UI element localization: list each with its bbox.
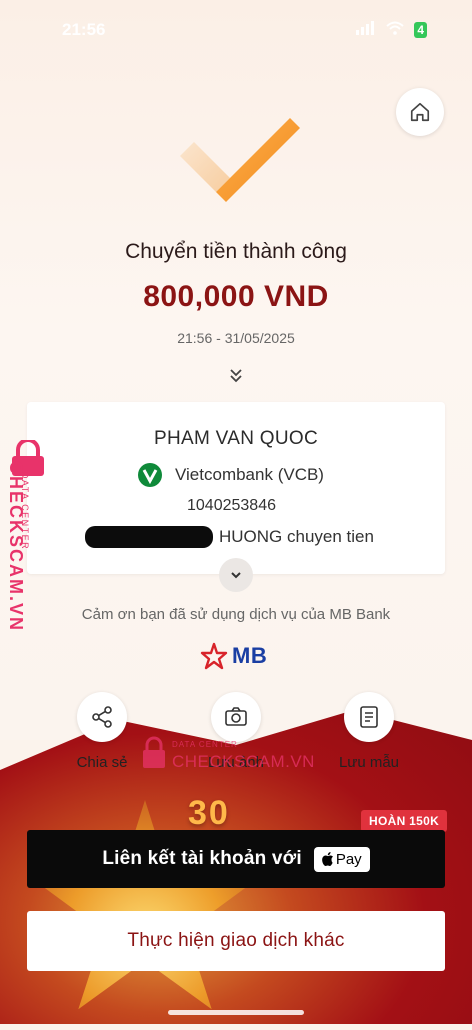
watermark-tag-text: DATA CENTER [20,471,31,551]
home-icon [410,102,430,122]
apple-pay-text: Pay [335,850,362,868]
status-time: 21:56 [62,20,106,39]
share-action[interactable]: Chia sẻ [52,692,152,771]
chevron-down-icon [231,572,241,579]
link-account-label: Liên kết tài khoản với [102,848,302,869]
transfer-status-title: Chuyển tiền thành công [125,240,347,263]
share-label: Chia sẻ [76,754,128,771]
status-bar: 21:56 4 [0,20,472,44]
home-button[interactable] [396,88,444,136]
template-icon [360,706,378,728]
success-check-icon [180,118,300,202]
watermark-mid-tag: DATA CENTER [172,740,238,749]
lock-icon [143,736,165,768]
recipient-account: 1040253846 [187,497,276,514]
battery-icon: 4 [414,22,427,38]
other-transaction-button[interactable]: Thực hiện giao dịch khác [27,911,445,971]
mb-bank-logo: MB [200,642,267,670]
mb-logo-text: MB [232,643,268,668]
thank-you-text: Cảm ơn bạn đã sử dụng dịch vụ của MB Ban… [81,606,391,623]
transfer-memo: HUONG chuyen tien [85,526,374,548]
other-transaction-label: Thực hiện giao dịch khác [127,930,345,951]
home-indicator [168,1010,304,1015]
wifi-icon [386,20,404,40]
double-chevron-down-icon[interactable] [227,366,245,384]
memo-text: HUONG chuyen tien [219,527,374,546]
save-template-action[interactable]: Lưu mẫu [319,692,419,771]
apple-icon [321,852,333,866]
link-apple-pay-button[interactable]: Liên kết tài khoản với Pay [27,830,445,888]
redacted-block [85,526,213,548]
expand-details-button[interactable] [219,558,253,592]
transfer-datetime: 21:56 - 31/05/2025 [177,330,295,346]
recipient-name: PHAM VAN QUOC [153,428,318,449]
watermark-mid: DATA CENTER CHECKSCAM.VN [140,736,314,775]
vietcombank-logo-icon [138,463,162,487]
save-template-button[interactable] [344,692,394,742]
status-icons: 4 [356,20,427,40]
transfer-amount: 800,000 VND [143,280,329,313]
recipient-bank-row: Vietcombank (VCB) [137,462,324,488]
save-template-label: Lưu mẫu [338,754,400,771]
promo-number: 30 [188,794,230,832]
mb-star-icon [200,642,228,670]
apple-pay-badge: Pay [313,846,370,872]
cashback-badge: HOÀN 150K [361,810,448,832]
recipient-bank: Vietcombank (VCB) [175,465,324,484]
camera-icon [225,707,247,726]
save-image-button[interactable] [211,692,261,742]
share-button[interactable] [77,692,127,742]
signal-icon [356,20,376,40]
watermark-mid-site: CHECKSCAM.VN [172,752,315,771]
recipient-card: PHAM VAN QUOC Vietcombank (VCB) 10402538… [27,402,445,574]
watermark-side: CHECKSCAM.VN DATA CENTER [0,440,60,640]
share-icon [92,706,112,728]
